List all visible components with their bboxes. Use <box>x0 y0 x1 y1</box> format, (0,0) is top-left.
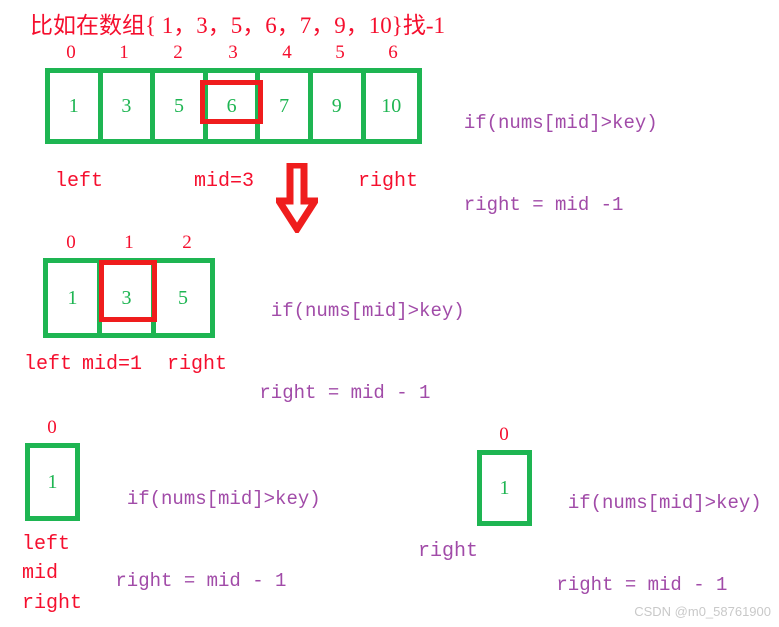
index-label: 4 <box>282 42 292 63</box>
index-label: 0 <box>499 424 509 445</box>
array-diagram-step-1: 0 1 2 3 4 5 6 1 3 5 6 7 9 10 <box>45 42 422 144</box>
code-line-1: if(nums[mid]>key) <box>567 491 762 514</box>
page-title: 比如在数组{ 1，3，5，6，7，9，10}找-1 <box>30 13 445 38</box>
pointer-label-mid: mid=3 <box>194 170 255 193</box>
code-line-1: if(nums[mid]>key) <box>270 299 465 322</box>
code-line-2: right = mid -1 <box>441 194 624 217</box>
array-cells: 1 3 5 6 7 9 10 <box>45 68 422 144</box>
array-cell: 5 <box>156 263 210 333</box>
index-label: 3 <box>228 42 238 63</box>
array-diagram-step-4: 0 1 <box>477 424 532 526</box>
code-annotation-step-4: if(nums[mid]>key) right = mid - 1 <box>545 462 762 627</box>
array-cell: 3 <box>102 73 156 139</box>
index-label: 0 <box>66 42 76 63</box>
index-label: 1 <box>124 232 134 253</box>
index-label: 0 <box>47 417 57 438</box>
code-annotation-step-2: if(nums[mid]>key) right = mid - 1 <box>248 270 465 435</box>
pointer-label-mid: mid <box>22 562 59 585</box>
watermark: CSDN @m0_58761900 <box>634 604 771 619</box>
index-label: 2 <box>173 42 183 63</box>
pointer-label-right: right <box>22 592 83 615</box>
array-diagram-step-3: 0 1 <box>25 417 80 521</box>
pointer-label-right: right <box>358 170 419 193</box>
code-line-2: right = mid - 1 <box>104 570 287 593</box>
code-line-2: right = mid - 1 <box>248 382 431 405</box>
down-arrow-icon <box>276 163 318 233</box>
index-label: 1 <box>119 42 129 63</box>
index-label: 5 <box>335 42 345 63</box>
array-cell: 1 <box>482 455 527 521</box>
array-cell: 6 <box>207 73 261 139</box>
index-label: 2 <box>182 232 192 253</box>
pointer-label-right: right <box>167 353 228 376</box>
pointer-label-mid: mid=1 <box>82 353 143 376</box>
array-cell: 10 <box>365 73 418 139</box>
index-label: 0 <box>66 232 76 253</box>
code-line-1: if(nums[mid]>key) <box>463 111 658 134</box>
array-cells: 1 <box>477 450 532 526</box>
code-annotation-step-1: if(nums[mid]>key) right = mid -1 <box>441 82 658 247</box>
pointer-label-left: left <box>22 533 71 556</box>
array-cells: 1 3 5 <box>43 258 215 338</box>
pointer-label-left: left <box>24 353 73 376</box>
array-cell: 1 <box>48 263 102 333</box>
array-cell: 1 <box>30 448 75 516</box>
array-cell: 5 <box>155 73 208 139</box>
array-cell: 9 <box>312 73 366 139</box>
code-line-2: right = mid - 1 <box>545 574 728 597</box>
code-line-1: if(nums[mid]>key) <box>126 487 321 510</box>
array-diagram-step-2: 0 1 2 1 3 5 <box>43 232 215 338</box>
code-annotation-step-3: if(nums[mid]>key) right = mid - 1 <box>104 458 321 623</box>
pointer-label-left: left <box>55 170 104 193</box>
array-cell: 7 <box>260 73 313 139</box>
array-cell: 1 <box>50 73 103 139</box>
array-cell: 3 <box>102 263 156 333</box>
array-cells: 1 <box>25 443 80 521</box>
index-label: 6 <box>388 42 398 63</box>
pointer-label-right: right <box>418 540 479 563</box>
